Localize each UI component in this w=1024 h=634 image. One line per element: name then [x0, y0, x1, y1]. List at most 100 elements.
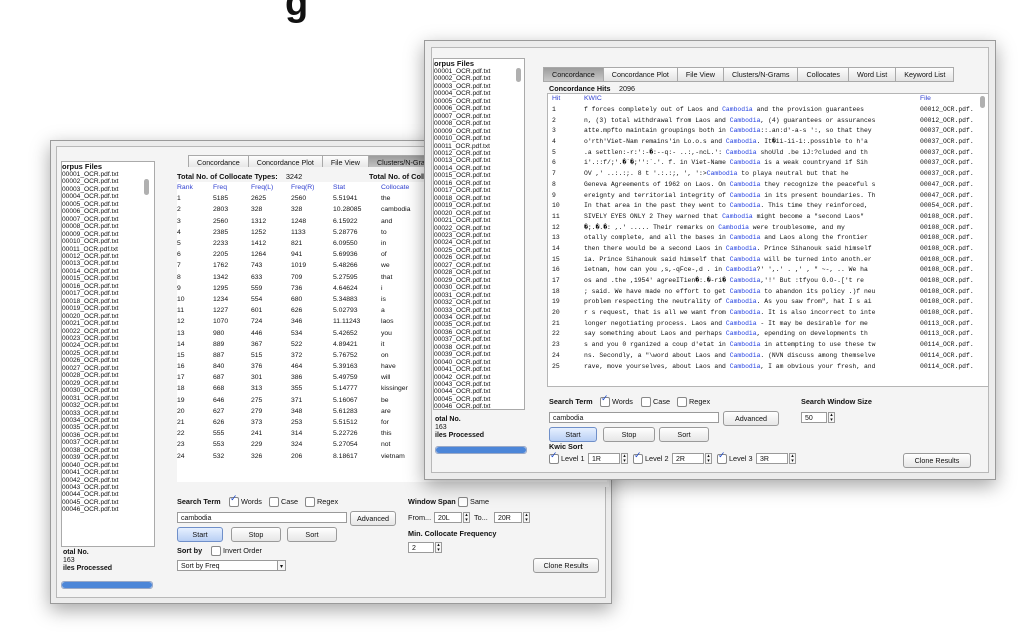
corpus-file-item[interactable]: 00028_OCR.pdf.txt [62, 372, 154, 379]
corpus-file-item[interactable]: 00018_OCR.pdf.txt [62, 298, 154, 305]
table-row[interactable]: 6 2205 1264 941 5.69936 of [177, 249, 445, 260]
corpus-file-item[interactable]: 00031_OCR.pdf.txt [62, 395, 154, 402]
files-scrollbar[interactable] [144, 179, 149, 195]
corpus-file-item[interactable]: 00006_OCR.pdf.txt [434, 105, 524, 112]
level3-input[interactable]: 3R [756, 453, 788, 464]
corpus-file-item[interactable]: 00019_OCR.pdf.txt [62, 305, 154, 312]
corpus-file-item[interactable]: 00012_OCR.pdf.txt [62, 253, 154, 260]
tab-collocates[interactable]: Collocates [797, 67, 849, 82]
table-row[interactable]: 17 687 301 386 5.49759 will [177, 372, 445, 383]
kwic-row[interactable]: 24 ns. Secondly, a "\word about Laos and … [548, 351, 978, 362]
kwic-row[interactable]: 23 s and you 0 rganized a coup d'etat in … [548, 340, 978, 351]
corpus-file-item[interactable]: 00039_OCR.pdf.txt [434, 351, 524, 358]
corpus-file-item[interactable]: 00011_OCR.pdf.txt [434, 143, 524, 150]
corpus-file-item[interactable]: 00026_OCR.pdf.txt [434, 254, 524, 261]
min-frequency-stepper[interactable]: ▴ ▾ [435, 542, 442, 553]
corpus-file-item[interactable]: 00015_OCR.pdf.txt [434, 172, 524, 179]
advanced-button[interactable]: Advanced [350, 511, 396, 526]
corpus-file-item[interactable]: 00006_OCR.pdf.txt [62, 208, 154, 215]
kwic-row[interactable]: 14 then there would be a second Laos in … [548, 244, 978, 255]
corpus-file-item[interactable]: 00025_OCR.pdf.txt [62, 350, 154, 357]
words-checkbox[interactable] [229, 494, 239, 507]
from-input[interactable]: 20L [434, 512, 462, 523]
case-checkbox[interactable] [641, 397, 651, 407]
results-scrollbar[interactable] [980, 96, 985, 108]
column-header[interactable]: Freq [213, 182, 251, 193]
kwic-row[interactable]: 2 n, (3) total withdrawal from Laos and C… [548, 116, 978, 127]
corpus-file-item[interactable]: 00035_OCR.pdf.txt [62, 424, 154, 431]
sort-by-select[interactable]: Sort by Freq [177, 560, 285, 571]
corpus-files-list[interactable]: orpus Files 00001_OCR.pdf.txt 00002_OCR.p… [433, 58, 525, 410]
column-header[interactable]: Rank [177, 182, 213, 193]
corpus-file-item[interactable]: 00027_OCR.pdf.txt [62, 365, 154, 372]
corpus-file-item[interactable]: 00036_OCR.pdf.txt [62, 432, 154, 439]
corpus-file-item[interactable]: 00037_OCR.pdf.txt [434, 336, 524, 343]
corpus-file-item[interactable]: 00038_OCR.pdf.txt [62, 447, 154, 454]
kwic-row[interactable]: 15 ia. Prince Sihanouk said himself that … [548, 255, 978, 266]
table-row[interactable]: 7 1762 743 1019 5.48266 we [177, 260, 445, 271]
corpus-file-item[interactable]: 00020_OCR.pdf.txt [434, 210, 524, 217]
corpus-file-item[interactable]: 00007_OCR.pdf.txt [434, 113, 524, 120]
corpus-file-item[interactable]: 00009_OCR.pdf.txt [434, 128, 524, 135]
corpus-file-item[interactable]: 00023_OCR.pdf.txt [434, 232, 524, 239]
corpus-file-item[interactable]: 00012_OCR.pdf.txt [434, 150, 524, 157]
table-row[interactable]: 14 889 367 522 4.89421 it [177, 339, 445, 350]
kwic-row[interactable]: 11 SIVELY EYES ONLY 2 They warned that Ca… [548, 212, 978, 223]
level2-input[interactable]: 2R [672, 453, 704, 464]
corpus-file-item[interactable]: 00004_OCR.pdf.txt [62, 193, 154, 200]
corpus-file-item[interactable]: 00014_OCR.pdf.txt [434, 165, 524, 172]
corpus-file-item[interactable]: 00002_OCR.pdf.txt [434, 75, 524, 82]
corpus-file-item[interactable]: 00045_OCR.pdf.txt [62, 499, 154, 506]
corpus-file-item[interactable]: 00042_OCR.pdf.txt [62, 477, 154, 484]
corpus-file-item[interactable]: 00035_OCR.pdf.txt [434, 321, 524, 328]
min-frequency-input[interactable]: 2 [408, 542, 434, 553]
column-header[interactable]: Freq(L) [251, 182, 291, 193]
corpus-file-item[interactable]: 00033_OCR.pdf.txt [434, 307, 524, 314]
corpus-file-item[interactable]: 00046_OCR.pdf.txt [62, 506, 154, 513]
kwic-row[interactable]: 19 problem respecting the neutrality of … [548, 297, 978, 308]
search-term-input[interactable]: cambodia [177, 512, 347, 523]
kwic-row[interactable]: 6 i'.::f/;'.�`�;'':`.'. f. in Viet-Name C… [548, 158, 978, 169]
corpus-file-item[interactable]: 00016_OCR.pdf.txt [434, 180, 524, 187]
clone-results-button[interactable]: Clone Results [533, 558, 599, 573]
start-button[interactable]: Start [549, 427, 597, 442]
corpus-file-item[interactable]: 00034_OCR.pdf.txt [434, 314, 524, 321]
table-row[interactable]: 1 5185 2625 2560 5.51941 the [177, 193, 445, 204]
kwic-row[interactable]: 25 rave, move yourselves, about Laos and … [548, 362, 978, 373]
corpus-file-item[interactable]: 00041_OCR.pdf.txt [62, 469, 154, 476]
to-input[interactable]: 20R [494, 512, 522, 523]
table-row[interactable]: 8 1342 633 709 5.27595 that [177, 272, 445, 283]
corpus-file-item[interactable]: 00044_OCR.pdf.txt [434, 388, 524, 395]
corpus-file-item[interactable]: 00009_OCR.pdf.txt [62, 231, 154, 238]
corpus-file-item[interactable]: 00016_OCR.pdf.txt [62, 283, 154, 290]
corpus-file-item[interactable]: 00028_OCR.pdf.txt [434, 269, 524, 276]
stop-button[interactable]: Stop [603, 427, 655, 442]
from-stepper[interactable]: ▴ ▾ [463, 512, 470, 523]
corpus-file-item[interactable]: 00022_OCR.pdf.txt [434, 225, 524, 232]
clone-results-button[interactable]: Clone Results [903, 453, 971, 468]
sort-button[interactable]: Sort [659, 427, 709, 442]
corpus-file-item[interactable]: 00011_OCR.pdf.txt [62, 246, 154, 253]
corpus-file-item[interactable]: 00024_OCR.pdf.txt [434, 239, 524, 246]
words-checkbox[interactable] [600, 394, 610, 407]
corpus-file-item[interactable]: 00018_OCR.pdf.txt [434, 195, 524, 202]
corpus-file-item[interactable]: 00030_OCR.pdf.txt [62, 387, 154, 394]
level1-checkbox[interactable] [549, 451, 559, 464]
corpus-file-item[interactable]: 00029_OCR.pdf.txt [62, 380, 154, 387]
kwic-row[interactable]: 22 say something about Laos and perhaps … [548, 329, 978, 340]
corpus-file-item[interactable]: 00020_OCR.pdf.txt [62, 313, 154, 320]
files-scrollbar[interactable] [516, 68, 521, 82]
table-row[interactable]: 18 668 313 355 5.14777 kissinger [177, 383, 445, 394]
tab-word-list[interactable]: Word List [848, 67, 896, 82]
tab-file-view[interactable]: File View [676, 67, 723, 82]
regex-checkbox[interactable] [305, 497, 315, 507]
corpus-file-item[interactable]: 00013_OCR.pdf.txt [62, 260, 154, 267]
kwic-row[interactable]: 1 f forces completely out of Laos and Ca… [548, 105, 978, 116]
corpus-file-item[interactable]: 00030_OCR.pdf.txt [434, 284, 524, 291]
table-row[interactable]: 2 2803 328 328 10.28085 cambodia [177, 204, 445, 215]
kwic-row[interactable]: 20 r s request, that is all we want from … [548, 308, 978, 319]
corpus-file-item[interactable]: 00008_OCR.pdf.txt [434, 120, 524, 127]
corpus-file-item[interactable]: 00013_OCR.pdf.txt [434, 157, 524, 164]
corpus-file-item[interactable]: 00040_OCR.pdf.txt [434, 359, 524, 366]
corpus-file-item[interactable]: 00043_OCR.pdf.txt [62, 484, 154, 491]
